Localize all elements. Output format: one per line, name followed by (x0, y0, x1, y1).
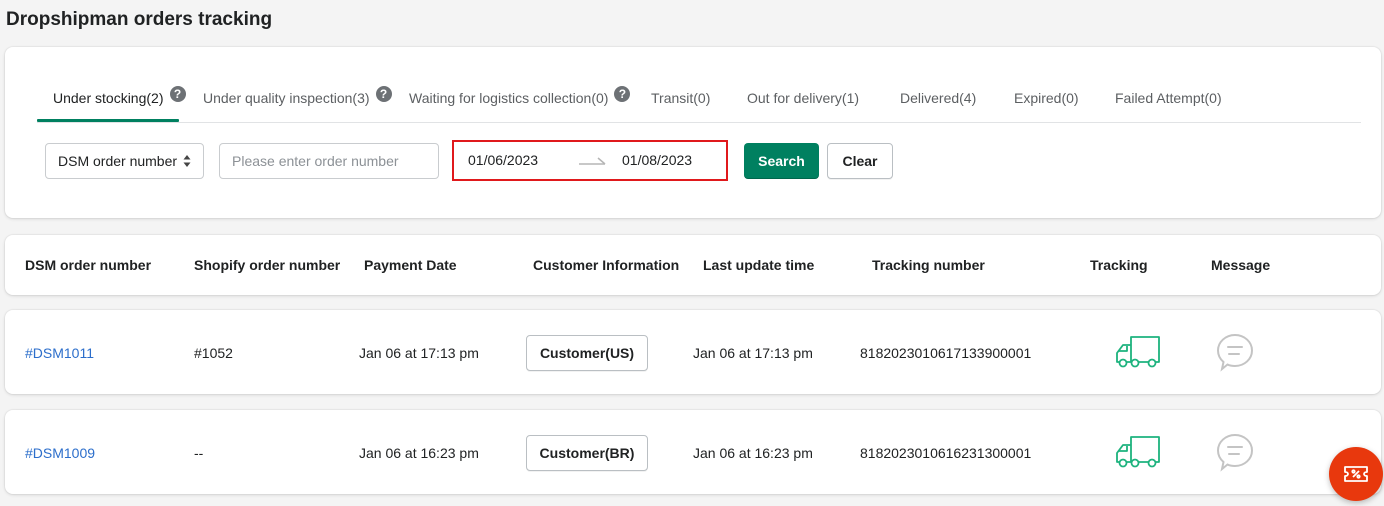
dsm-order-link[interactable]: #DSM1009 (25, 445, 95, 461)
customer-info-button[interactable]: Customer(US) (526, 335, 648, 371)
clear-button[interactable]: Clear (827, 143, 893, 179)
tab-transit[interactable]: Transit(0) (651, 73, 710, 123)
chat-bubble-icon[interactable] (1215, 432, 1255, 472)
shopify-order-number: -- (194, 445, 204, 461)
tab-waiting-for-logistics-collection[interactable]: Waiting for logistics collection(0) ? (409, 73, 631, 123)
date-range-picker[interactable]: 01/06/2023 01/08/2023 (452, 140, 728, 181)
payment-date: Jan 06 at 16:23 pm (359, 445, 479, 461)
column-header: Tracking (1090, 257, 1148, 273)
coupon-ticket-icon (1344, 466, 1368, 482)
arrow-right-icon (579, 157, 606, 165)
select-updown-icon (183, 155, 191, 167)
help-icon[interactable]: ? (169, 86, 186, 102)
shopify-order-number: #1052 (194, 345, 233, 361)
truck-icon[interactable] (1115, 435, 1161, 469)
column-header: Last update time (703, 257, 815, 273)
column-header: Tracking number (872, 257, 985, 273)
coupon-fab-button[interactable] (1329, 447, 1383, 501)
active-tab-indicator (37, 119, 179, 122)
tab-failed-attempt[interactable]: Failed Attempt(0) (1115, 73, 1222, 123)
tab-out-for-delivery[interactable]: Out for delivery(1) (747, 73, 859, 123)
tracking-number: 818202301061713390000​1 (860, 345, 1032, 361)
tab-label: Waiting for logistics collection(0) (409, 90, 609, 106)
tab-delivered[interactable]: Delivered(4) (900, 73, 976, 123)
tab-label: Transit(0) (651, 90, 711, 106)
last-update-time: Jan 06 at 17:13 pm (693, 345, 813, 361)
chat-bubble-icon[interactable] (1215, 332, 1255, 372)
payment-date: Jan 06 at 17:13 pm (359, 345, 479, 361)
tab-under-quality-inspection[interactable]: Under quality inspection(3) ? (203, 73, 392, 123)
last-update-time: Jan 06 at 16:23 pm (693, 445, 813, 461)
tracking-number: 818202301061623130000​1 (860, 445, 1032, 461)
table-row: #DSM1009 -- Jan 06 at 16:23 pm Customer(… (5, 410, 1381, 494)
help-icon[interactable]: ? (375, 86, 392, 102)
tab-expired[interactable]: Expired(0) (1014, 73, 1079, 123)
customer-info-button[interactable]: Customer(BR) (526, 435, 648, 471)
date-end[interactable]: 01/08/2023 (622, 152, 692, 168)
column-header: Message (1211, 257, 1271, 273)
column-header: DSM order number (25, 257, 152, 273)
table-row: #DSM1011 #1052 Jan 06 at 17:13 pm Custom… (5, 310, 1381, 394)
truck-icon[interactable] (1115, 335, 1161, 369)
column-header: Payment Date (364, 257, 457, 273)
filter-card: Under stocking(2) ? Under quality inspec… (5, 47, 1381, 218)
tab-label: Under quality inspection(3) (203, 90, 370, 106)
page-title: Dropshipman orders tracking (6, 9, 273, 30)
help-icon[interactable]: ? (614, 86, 631, 102)
order-number-input[interactable] (219, 143, 439, 179)
tab-label: Expired(0) (1014, 90, 1079, 106)
tab-label: Failed Attempt(0) (1115, 90, 1222, 106)
date-start[interactable]: 01/06/2023 (468, 152, 538, 168)
status-tabs: Under stocking(2) ? Under quality inspec… (37, 73, 1361, 123)
tab-label: Under stocking(2) (53, 90, 164, 106)
search-button[interactable]: Search (744, 143, 819, 179)
select-value: DSM order number (58, 153, 178, 169)
column-header: Customer Information (533, 257, 680, 273)
tab-label: Delivered(4) (900, 90, 977, 106)
tab-label: Out for delivery(1) (747, 90, 860, 106)
table-header: DSM order number Shopify order number Pa… (5, 235, 1381, 295)
dsm-order-link[interactable]: #DSM1011 (25, 345, 94, 361)
tab-under-stocking[interactable]: Under stocking(2) ? (53, 73, 186, 123)
search-type-select[interactable]: DSM order number (45, 143, 204, 179)
column-header: Shopify order number (194, 257, 341, 273)
